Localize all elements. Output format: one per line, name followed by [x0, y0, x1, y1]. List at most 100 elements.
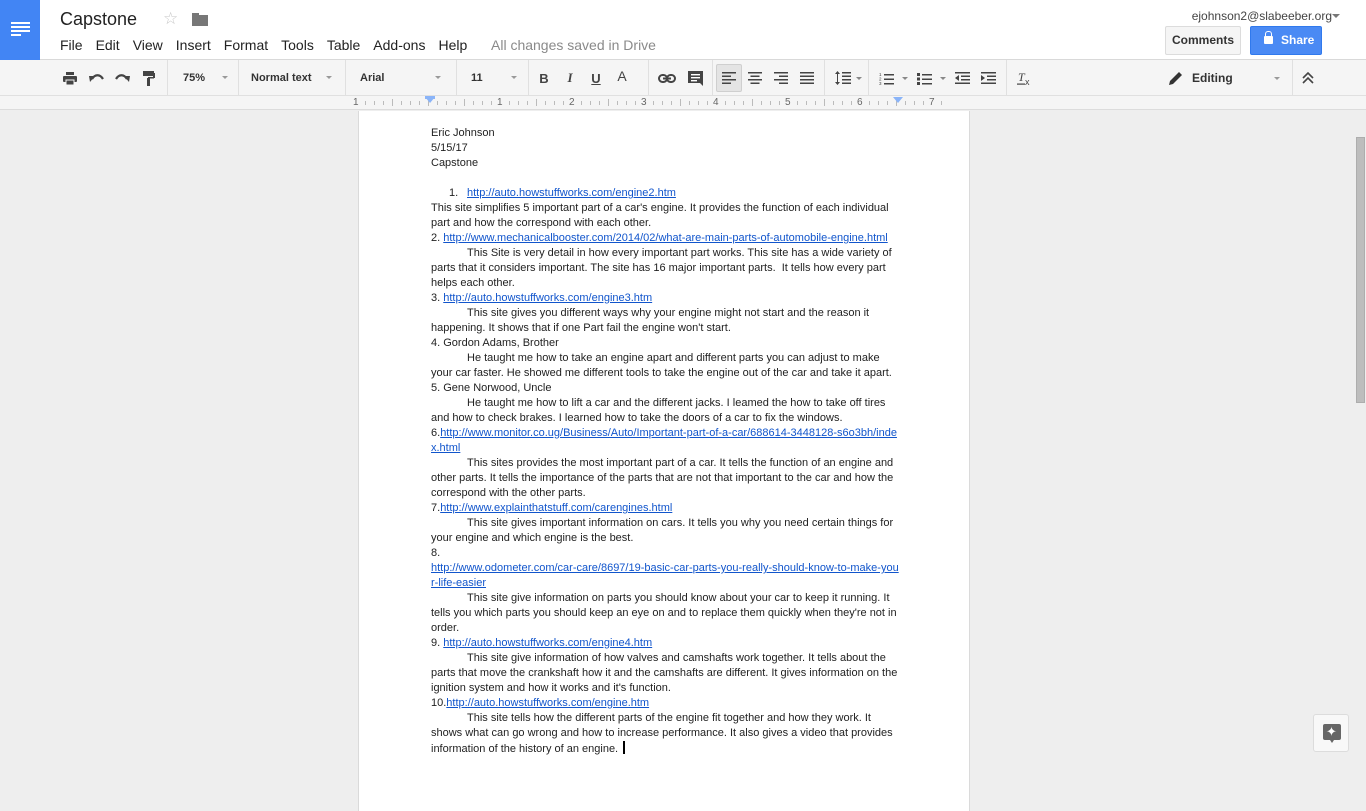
svg-text:3: 3 — [879, 81, 882, 85]
ruler-tick — [797, 101, 798, 105]
ruler-tick — [599, 101, 600, 105]
chevron-down-icon — [435, 76, 441, 79]
entry-heading: 5. Gene Norwood, Uncle — [431, 381, 901, 396]
menu-edit[interactable]: Edit — [96, 37, 120, 53]
zoom-select[interactable]: 75% — [168, 60, 237, 96]
document-page[interactable]: Eric Johnson 5/15/17 Capstone 1. http://auto… — [358, 111, 970, 811]
entry-description-text: This site give information of how valves… — [431, 652, 901, 694]
entry-description: This site give information on parts you … — [431, 591, 901, 636]
ruler-tick — [410, 101, 411, 105]
menu-file[interactable]: File — [60, 37, 83, 53]
account-dropdown-icon[interactable] — [1332, 14, 1340, 18]
numbered-list-button[interactable]: 123 — [876, 60, 896, 96]
entry-link[interactable]: http://auto.howstuffworks.com/engine.htm — [446, 697, 649, 709]
ruler-track[interactable]: 1 1 2 3 4 5 6 7 — [340, 96, 950, 110]
account-email[interactable]: ejohnson2@slabeeber.org — [1192, 9, 1332, 23]
paint-format-button[interactable] — [140, 60, 158, 96]
ruler-tick — [653, 101, 654, 105]
save-status[interactable]: All changes saved in Drive — [491, 37, 656, 53]
paragraph-style-value: Normal text — [251, 72, 312, 84]
underline-button[interactable]: U — [586, 60, 606, 96]
align-right-button[interactable] — [771, 60, 791, 96]
explore-button[interactable]: ✦ — [1313, 714, 1349, 752]
first-line-indent-marker[interactable] — [425, 96, 435, 99]
ruler-number: 6 — [857, 97, 863, 108]
document-title[interactable]: Capstone — [60, 9, 137, 30]
entry-link[interactable]: http://www.odometer.com/car-care/8697/19… — [431, 562, 899, 589]
justify-button[interactable] — [797, 60, 817, 96]
decrease-indent-button[interactable] — [952, 60, 972, 96]
paint-format-icon — [143, 70, 155, 86]
text-color-button[interactable]: A — [610, 60, 634, 96]
align-left-button[interactable] — [719, 60, 739, 96]
entry-number: 5. — [431, 382, 444, 394]
ruler-number: 1 — [353, 97, 359, 108]
align-left-icon — [722, 72, 736, 84]
entry-link[interactable]: http://www.explainthatstuff.com/carengin… — [440, 502, 672, 514]
ruler-tick — [878, 101, 879, 105]
docs-home-button[interactable] — [0, 0, 40, 60]
line-spacing-icon — [835, 71, 851, 85]
ruler-tick — [563, 101, 564, 105]
entry-link[interactable]: http://www.mechanicalbooster.com/2014/02… — [443, 232, 888, 244]
chevron-down-icon[interactable] — [940, 77, 946, 80]
menu-help[interactable]: Help — [438, 37, 467, 53]
editing-mode-label: Editing — [1192, 71, 1233, 85]
entry-link[interactable]: http://auto.howstuffworks.com/engine4.ht… — [443, 637, 652, 649]
entry-heading: 7.http://www.explainthatstuff.com/careng… — [431, 501, 901, 516]
ruler-number: 2 — [569, 97, 575, 108]
scrollbar-thumb[interactable] — [1356, 137, 1365, 403]
pencil-icon — [1169, 72, 1182, 85]
ruler-tick — [365, 101, 366, 105]
align-center-icon — [748, 72, 762, 84]
share-button[interactable]: Share — [1250, 26, 1322, 55]
ruler-tick — [635, 101, 636, 105]
font-select[interactable]: Arial — [346, 60, 450, 96]
menu-add-ons[interactable]: Add-ons — [373, 37, 425, 53]
clear-formatting-button[interactable]: Tx — [1014, 60, 1036, 96]
editing-mode-select[interactable]: Editing — [1168, 60, 1283, 96]
ruler-tick — [815, 101, 816, 105]
italic-button[interactable]: I — [560, 60, 580, 96]
font-size-select[interactable]: 11 — [457, 60, 525, 96]
paragraph-style-select[interactable]: Normal text — [239, 60, 343, 96]
folder-icon[interactable] — [192, 13, 208, 26]
insert-link-button[interactable] — [656, 60, 678, 96]
menu-table[interactable]: Table — [327, 37, 360, 53]
chevron-down-icon — [1274, 77, 1280, 80]
formatting-toolbar: 75% Normal text Arial 11 B I U A — [0, 60, 1366, 148]
print-button[interactable] — [60, 60, 80, 96]
hide-menus-button[interactable] — [1298, 60, 1318, 96]
ruler-tick — [680, 99, 681, 106]
menu-format[interactable]: Format — [224, 37, 268, 53]
insert-comment-button[interactable] — [685, 60, 705, 96]
document-body[interactable]: Eric Johnson 5/15/17 Capstone 1. http://auto… — [431, 126, 901, 757]
entry-number: 3. — [431, 292, 444, 304]
redo-button[interactable] — [112, 60, 132, 96]
chevron-down-icon[interactable] — [856, 77, 862, 80]
star-icon[interactable]: ☆ — [163, 9, 178, 29]
comments-button[interactable]: Comments — [1165, 26, 1241, 55]
bulleted-list-button[interactable] — [914, 60, 934, 96]
ruler-number: 4 — [713, 97, 719, 108]
menu-insert[interactable]: Insert — [176, 37, 211, 53]
entry-number: 8. — [431, 547, 441, 559]
align-center-button[interactable] — [745, 60, 765, 96]
bold-button[interactable]: B — [534, 60, 554, 96]
entry-link[interactable]: http://auto.howstuffworks.com/engine2.ht… — [467, 187, 676, 199]
menu-tools[interactable]: Tools — [281, 37, 314, 53]
right-indent-marker[interactable] — [893, 97, 903, 103]
undo-button[interactable] — [86, 60, 106, 96]
entry-link[interactable]: http://www.monitor.co.ug/Business/Auto/I… — [431, 427, 897, 454]
line-spacing-button[interactable] — [832, 60, 854, 96]
entry-link[interactable]: http://auto.howstuffworks.com/engine3.ht… — [443, 292, 652, 304]
ruler-tick — [527, 101, 528, 105]
menu-bar: File Edit View Insert Format Tools Table… — [60, 37, 480, 53]
entry-heading: 2. http://www.mechanicalbooster.com/2014… — [431, 231, 901, 246]
vertical-scrollbar[interactable] — [1354, 111, 1366, 768]
increase-indent-button[interactable] — [978, 60, 998, 96]
menu-view[interactable]: View — [133, 37, 163, 53]
chevron-down-icon[interactable] — [902, 77, 908, 80]
ruler-tick — [446, 101, 447, 105]
comment-icon — [687, 70, 703, 86]
